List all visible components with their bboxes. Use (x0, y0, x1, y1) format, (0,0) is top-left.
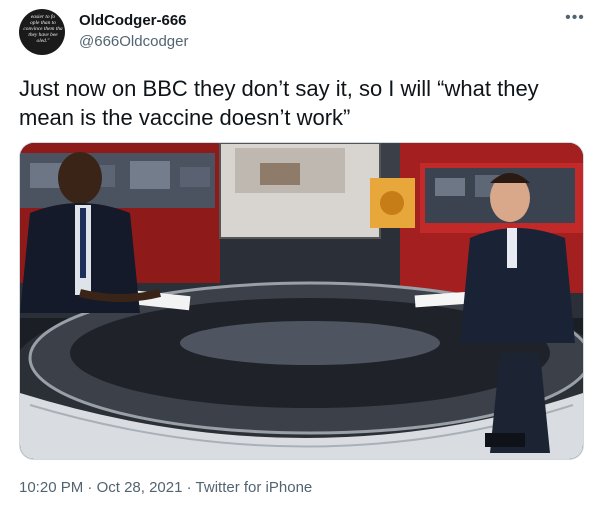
author-handle[interactable]: @666Oldcodger (79, 33, 188, 50)
more-horizontal-icon: ••• (565, 9, 585, 26)
tweet-source[interactable]: Twitter for iPhone (196, 479, 313, 496)
tweet-media-image[interactable] (19, 142, 584, 460)
more-options-button[interactable]: ••• (562, 9, 588, 31)
tweet-text: Just now on BBC they don’t say it, so I … (19, 76, 539, 130)
tweet-time[interactable]: 10:20 PM (19, 479, 83, 496)
tweet-metadata: 10:20 PM · Oct 28, 2021 · Twitter for iP… (19, 479, 312, 496)
avatar[interactable]: easier to fo ople than to convince them … (19, 9, 65, 55)
meta-separator: · (182, 479, 196, 496)
meta-separator: · (83, 479, 97, 496)
avatar-quote-text: easier to fo ople than to convince them … (23, 14, 63, 44)
tweet-card: easier to fo ople than to convince them … (0, 0, 604, 506)
bbc-studio-video-frame (20, 143, 583, 459)
author-display-name[interactable]: OldCodger-666 (79, 12, 187, 29)
tweet-date[interactable]: Oct 28, 2021 (97, 479, 183, 496)
